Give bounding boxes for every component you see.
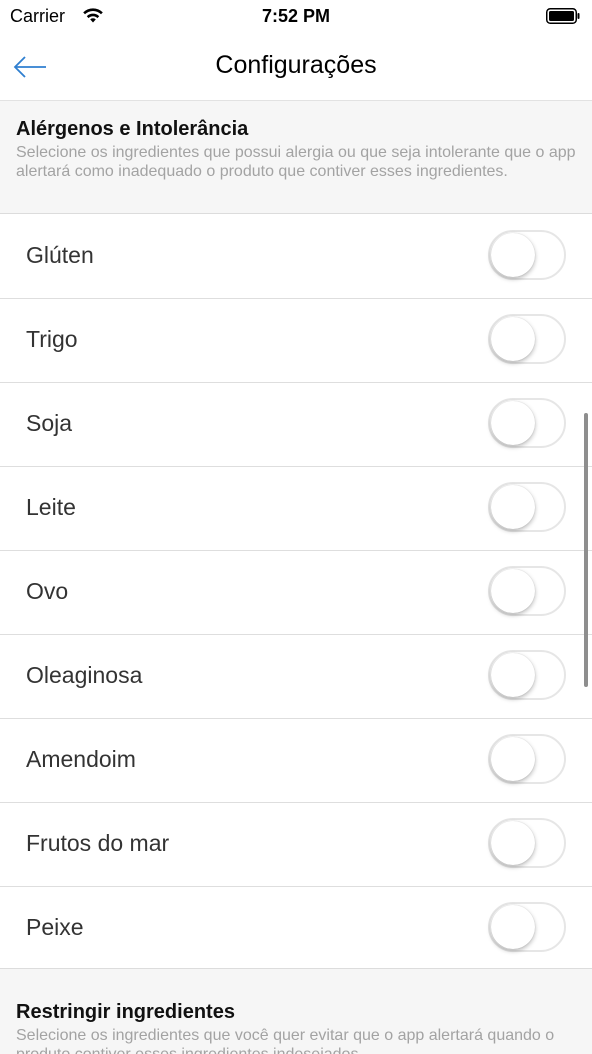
oleaginosa-toggle[interactable] [488,650,566,700]
allergen-label: Frutos do mar [26,830,170,856]
amendoim-toggle[interactable] [488,734,566,784]
toggle-knob [491,737,535,781]
restrict-section-header: Restringir ingredientes Selecione os ing… [0,968,592,1054]
allergens-section-title: Alérgenos e Intolerância [16,118,249,140]
scrollbar[interactable] [584,413,588,687]
ovo-toggle[interactable] [488,566,566,616]
allergens-section-header: Alérgenos e Intolerância Selecione os in… [0,101,592,214]
allergen-label: Ovo [26,578,69,604]
allergen-row-trigo: Trigo [0,299,592,383]
toggle-knob [491,905,535,949]
allergen-label: Amendoim [26,746,136,772]
allergen-row-soja: Soja [0,383,592,467]
allergen-label: Glúten [26,242,94,268]
page-title: Configurações [215,51,377,79]
allergen-label: Oleaginosa [26,662,143,688]
allergen-label: Peixe [26,914,84,940]
toggle-knob [491,401,535,445]
toggle-knob [491,821,535,865]
allergen-row-leite: Leite [0,467,592,551]
allergen-row-peixe: Peixe [0,887,592,971]
frutos-do-mar-toggle[interactable] [488,818,566,868]
trigo-toggle[interactable] [488,314,566,364]
toggle-knob [491,653,535,697]
allergen-list: Glúten Trigo Soja Leite Ovo Oleaginosa A… [0,215,592,971]
peixe-toggle[interactable] [488,902,566,952]
allergen-row-gluten: Glúten [0,215,592,299]
allergen-label: Soja [26,410,73,436]
toggle-knob [491,233,535,277]
navigation-bar: Configurações [0,34,592,101]
toggle-knob [491,485,535,529]
allergen-row-amendoim: Amendoim [0,719,592,803]
allergens-section-description: Selecione os ingredientes que possui ale… [16,144,576,180]
allergen-label: Trigo [26,326,78,352]
allergen-row-ovo: Ovo [0,551,592,635]
gluten-toggle[interactable] [488,230,566,280]
soja-toggle[interactable] [488,398,566,448]
allergen-label: Leite [26,494,76,520]
allergen-row-frutos-do-mar: Frutos do mar [0,803,592,887]
restrict-section-description: Selecione os ingredientes que você quer … [16,1027,555,1054]
allergen-row-oleaginosa: Oleaginosa [0,635,592,719]
battery-icon [546,8,580,24]
status-bar: Carrier 7:52 PM [0,0,592,34]
toggle-knob [491,317,535,361]
status-time: 7:52 PM [261,6,331,26]
settings-screen: Carrier 7:52 PM Configurações Alérgenos … [0,0,592,1054]
leite-toggle[interactable] [488,482,566,532]
toggle-knob [491,569,535,613]
restrict-section-title: Restringir ingredientes [16,1001,235,1023]
